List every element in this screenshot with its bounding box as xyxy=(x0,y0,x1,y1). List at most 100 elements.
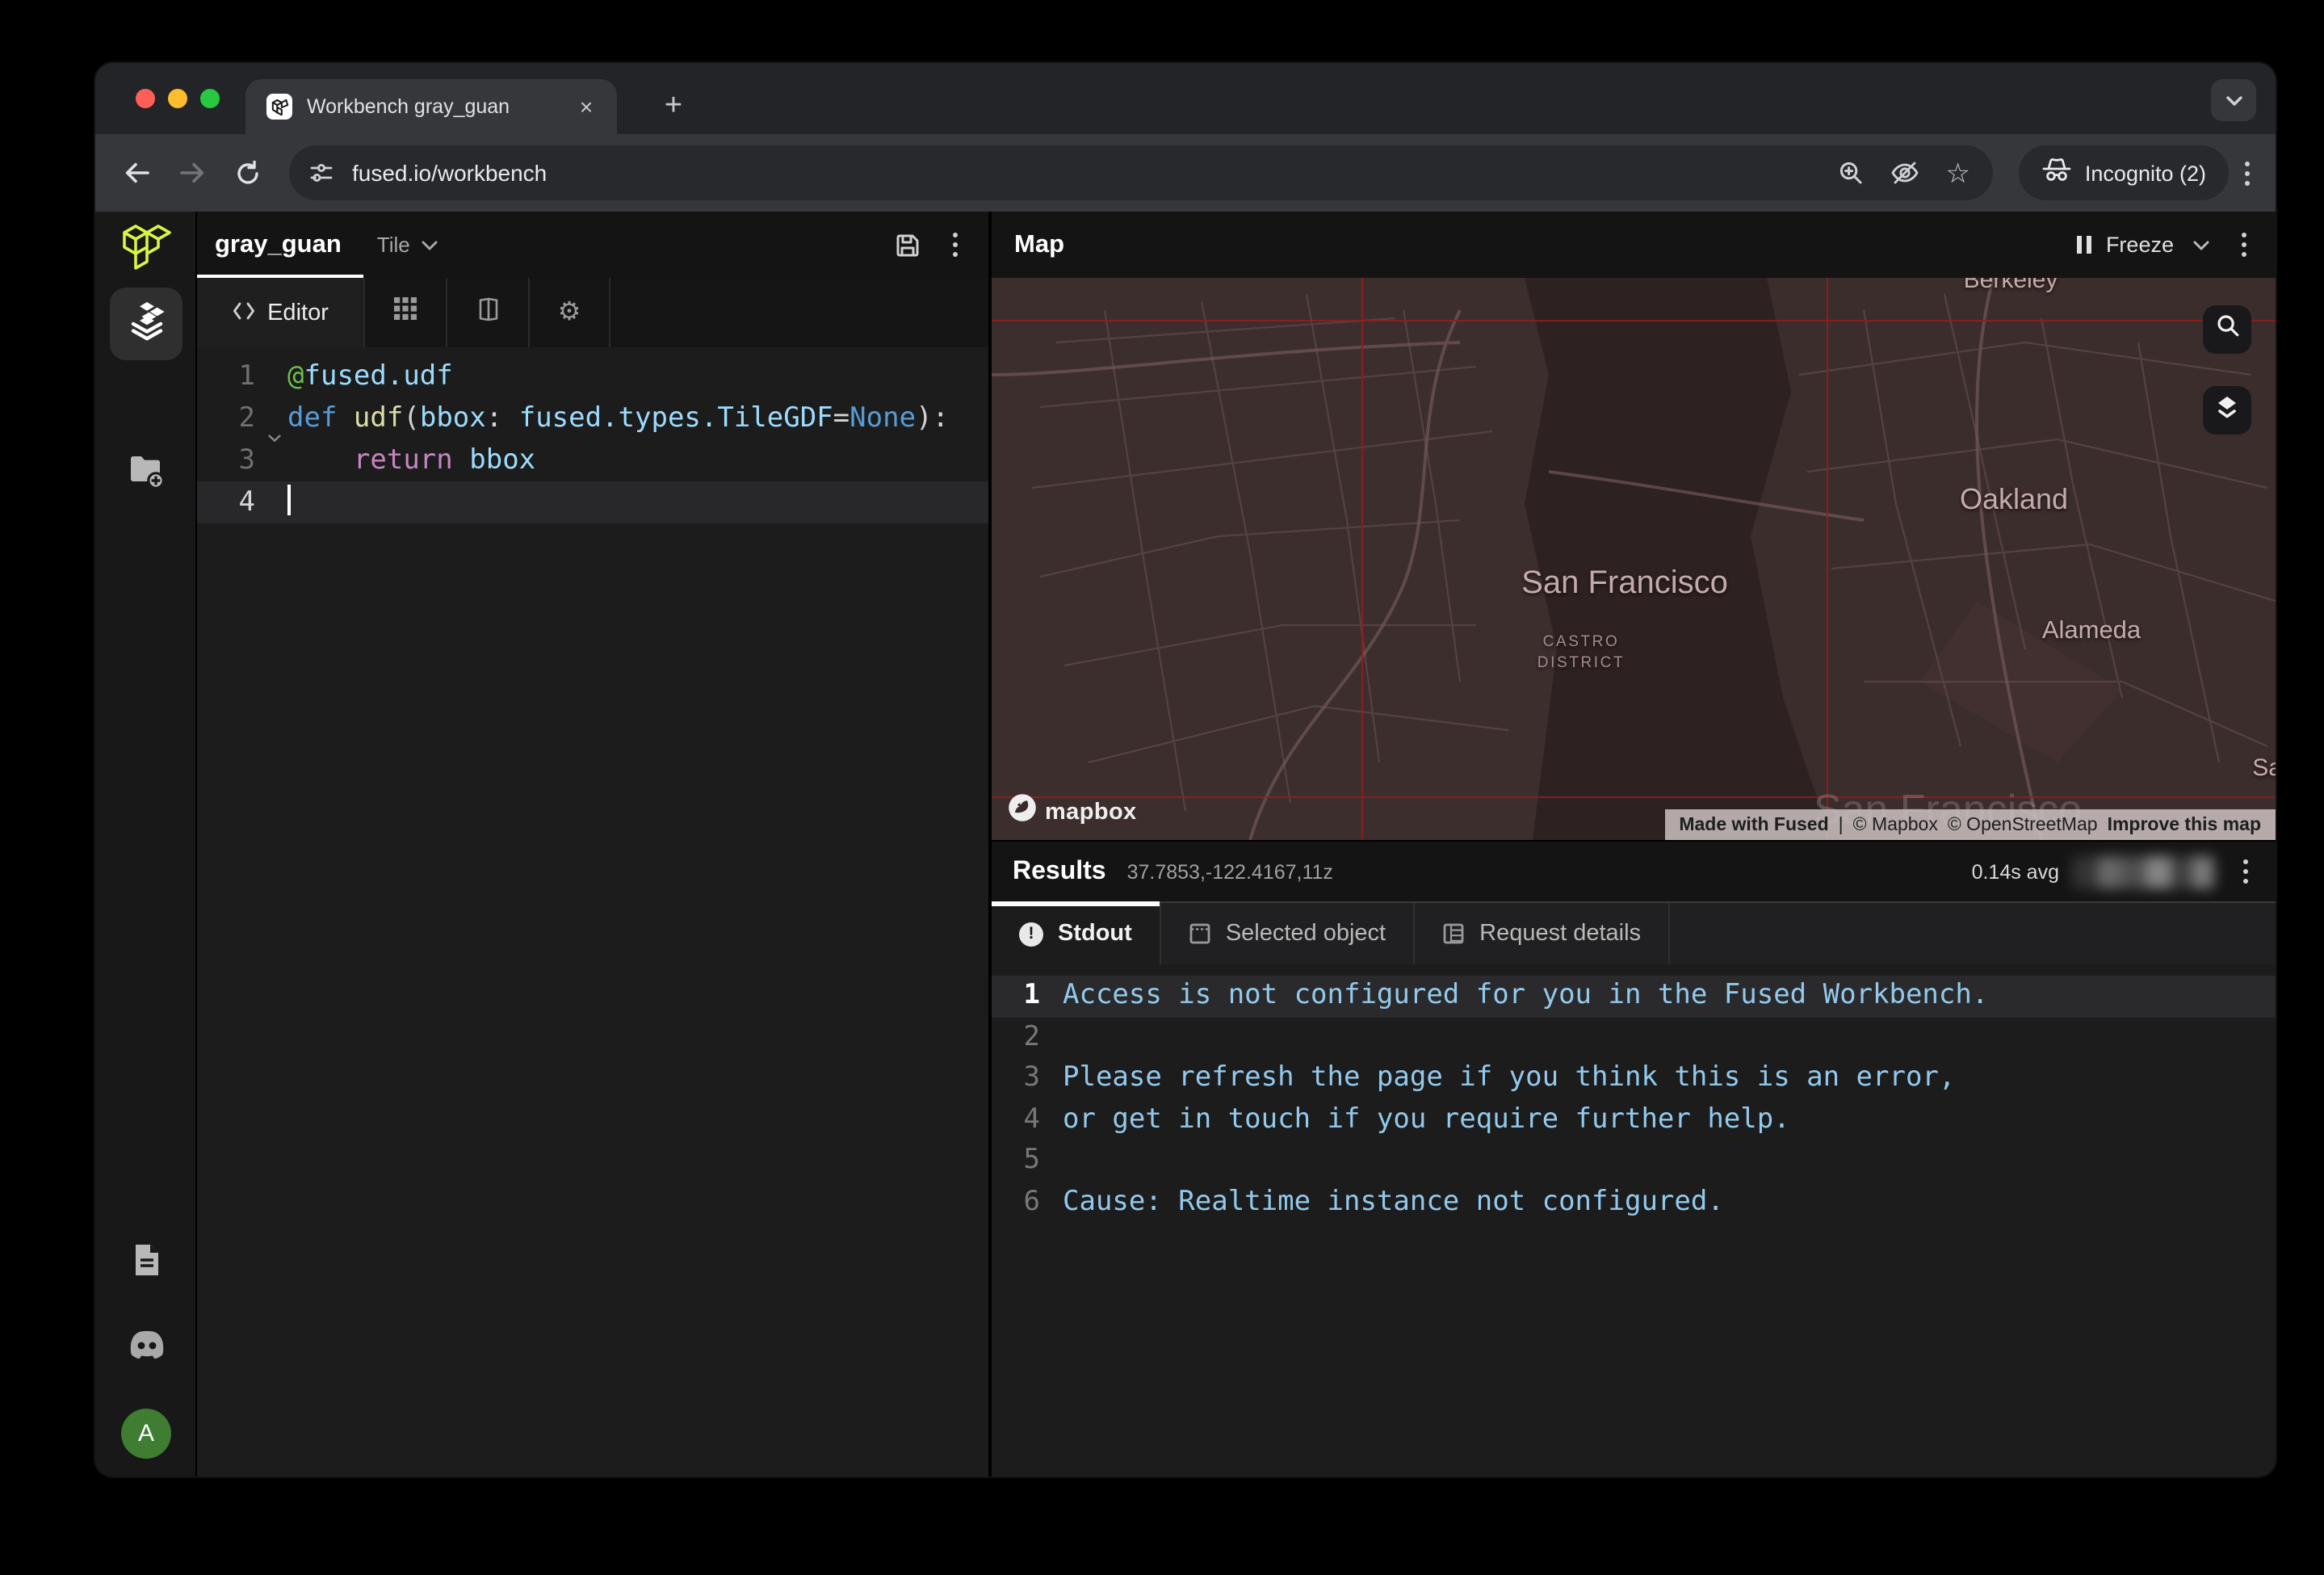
selected-object-icon xyxy=(1189,923,1210,944)
tool-settings-button[interactable]: ⚙ xyxy=(528,278,610,347)
line-number: 3 xyxy=(238,444,256,477)
attribution-mapbox-link[interactable]: © Mapbox xyxy=(1853,815,1938,834)
address-bar[interactable]: fused.io/workbench ☆ xyxy=(289,145,1993,200)
search-icon xyxy=(2215,313,2239,346)
new-tab-button[interactable]: + xyxy=(651,84,696,129)
browser-tabstrip: Workbench gray_guan × + xyxy=(95,63,2276,134)
tab-close-icon[interactable]: × xyxy=(572,92,601,121)
editor-panel: gray_guan Tile Editor ⚙ 1 @fused.udf 2 d… xyxy=(197,212,992,1476)
udf-mode-dropdown[interactable]: Tile xyxy=(377,233,410,257)
document-icon xyxy=(130,1242,162,1286)
results-title: Results xyxy=(1013,857,1106,884)
desktop: Workbench gray_guan × + fused.io/workben… xyxy=(0,0,2324,1575)
minimize-window-button[interactable] xyxy=(168,89,187,108)
url-text[interactable]: fused.io/workbench xyxy=(352,160,1811,186)
window-controls xyxy=(136,89,220,108)
sidebar-item-docs[interactable] xyxy=(95,1242,197,1286)
incognito-badge[interactable]: Incognito (2) xyxy=(2018,145,2229,200)
attribution-osm-link[interactable]: © OpenStreetMap xyxy=(1948,815,2098,834)
stdout-info-icon: ! xyxy=(1019,922,1043,946)
map-menu-kebab-icon[interactable] xyxy=(2235,226,2253,263)
avg-duration-label: 0.14s avg xyxy=(1971,860,2059,883)
map-title: Map xyxy=(1014,230,1064,258)
tab-search-button[interactable] xyxy=(2211,79,2256,121)
editor-tab-label: Editor xyxy=(267,300,329,326)
mapbox-wordmark: mapbox xyxy=(1045,799,1137,825)
discord-icon xyxy=(125,1329,167,1370)
tile-grid-line xyxy=(992,796,2276,798)
editor-menu-kebab-icon[interactable] xyxy=(946,226,964,263)
browser-menu-kebab-icon[interactable] xyxy=(2238,154,2256,191)
map-label-san-francisco: San Francisco xyxy=(1521,565,1728,601)
results-menu-kebab-icon[interactable] xyxy=(2237,853,2255,890)
results-header: Results 37.7853,-122.4167,11z 0.14s avg xyxy=(992,840,2276,901)
reload-icon[interactable] xyxy=(224,150,270,195)
code-line[interactable]: 3 return bbox xyxy=(197,439,988,481)
stdout-line: 2 xyxy=(992,1017,2276,1058)
bookmark-star-icon[interactable]: ☆ xyxy=(1945,159,1970,187)
tab-label: Selected object xyxy=(1225,921,1386,947)
folded-map-icon xyxy=(477,296,498,329)
stdout-text: Access is not configured for you in the … xyxy=(1063,979,1989,1011)
editor-toolbar: Editor ⚙ xyxy=(197,278,988,347)
pause-icon[interactable] xyxy=(2077,236,2091,254)
attribution-improve-link[interactable]: Improve this map xyxy=(2108,815,2261,834)
code-line[interactable]: 4 xyxy=(197,481,988,523)
browser-tab[interactable]: Workbench gray_guan × xyxy=(245,79,617,134)
map-header: Map Freeze xyxy=(992,212,2276,278)
sidebar-item-discord[interactable] xyxy=(95,1329,197,1370)
attribution-separator: | xyxy=(1838,815,1844,834)
user-avatar[interactable]: A xyxy=(121,1409,171,1459)
map-search-button[interactable] xyxy=(2203,305,2251,354)
zoom-icon[interactable] xyxy=(1837,160,1863,186)
request-details-icon xyxy=(1443,923,1464,944)
code-text: return bbox xyxy=(353,444,536,477)
map-canvas[interactable]: Berkeley Oakland San Francisco CASTRO DIS… xyxy=(992,278,2276,840)
code-text: def udf(bbox: fused.types.TileGDF=None): xyxy=(287,402,950,435)
code-editor[interactable]: 1 @fused.udf 2 def udf(bbox: fused.types.Ti… xyxy=(197,347,988,1476)
eye-slash-icon[interactable] xyxy=(1889,160,1919,186)
save-icon[interactable] xyxy=(895,232,921,258)
tab-selected-object[interactable]: Selected object xyxy=(1161,903,1416,964)
mapbox-icon xyxy=(1008,793,1037,830)
fused-favicon-icon xyxy=(266,94,292,120)
fullscreen-window-button[interactable] xyxy=(200,89,220,108)
tool-map-button[interactable] xyxy=(446,278,528,347)
redacted-sparkline xyxy=(2072,855,2214,888)
site-settings-icon[interactable] xyxy=(302,153,341,192)
code-brackets-icon xyxy=(232,298,254,327)
freeze-button[interactable]: Freeze xyxy=(2106,233,2174,257)
tile-grid-line xyxy=(1361,278,1363,840)
chevron-down-icon[interactable] xyxy=(2193,240,2209,250)
sidebar-item-udf-layers[interactable] xyxy=(110,288,182,360)
line-number: 5 xyxy=(1023,1144,1041,1176)
line-number: 1 xyxy=(1023,979,1041,1011)
code-line[interactable]: 2 def udf(bbox: fused.types.TileGDF=None)… xyxy=(197,397,988,443)
tab-stdout[interactable]: ! Stdout xyxy=(992,901,1161,964)
map-layers-button[interactable] xyxy=(2203,386,2251,435)
browser-window: Workbench gray_guan × + fused.io/workben… xyxy=(95,63,2276,1476)
tile-grid-line xyxy=(1826,278,1828,840)
forward-icon[interactable] xyxy=(170,150,215,195)
mapbox-logo[interactable]: mapbox xyxy=(1008,793,1137,830)
sidebar-item-add-folder[interactable] xyxy=(95,454,197,498)
code-line[interactable]: 1 @fused.udf xyxy=(197,355,988,397)
chevron-down-icon[interactable] xyxy=(422,240,438,250)
attribution-made-with-fused: Made with Fused xyxy=(1679,815,1829,834)
tile-grid-line xyxy=(992,319,2276,321)
map-coordinates: 37.7853,-122.4167,11z xyxy=(1126,860,1333,883)
tab-request-details[interactable]: Request details xyxy=(1415,903,1671,964)
stdout-line: 4 or get in touch if you require further … xyxy=(992,1099,2276,1140)
tab-editor[interactable]: Editor xyxy=(197,278,363,347)
close-window-button[interactable] xyxy=(136,89,155,108)
tool-grid-button[interactable] xyxy=(363,278,446,347)
back-icon[interactable] xyxy=(115,150,160,195)
stdout-text: Please refresh the page if you think thi… xyxy=(1063,1061,1956,1094)
browser-toolbar: fused.io/workbench ☆ Incognito (2) xyxy=(95,134,2276,212)
fused-logo-icon[interactable] xyxy=(95,223,197,275)
udf-name-tab[interactable]: gray_guan xyxy=(215,230,342,259)
grid-icon xyxy=(394,297,417,328)
line-number: 2 xyxy=(238,402,256,435)
map-results-panel: Map Freeze Berkeley Oakland San Francisc… xyxy=(992,212,2276,1476)
folder-plus-icon xyxy=(127,454,166,498)
